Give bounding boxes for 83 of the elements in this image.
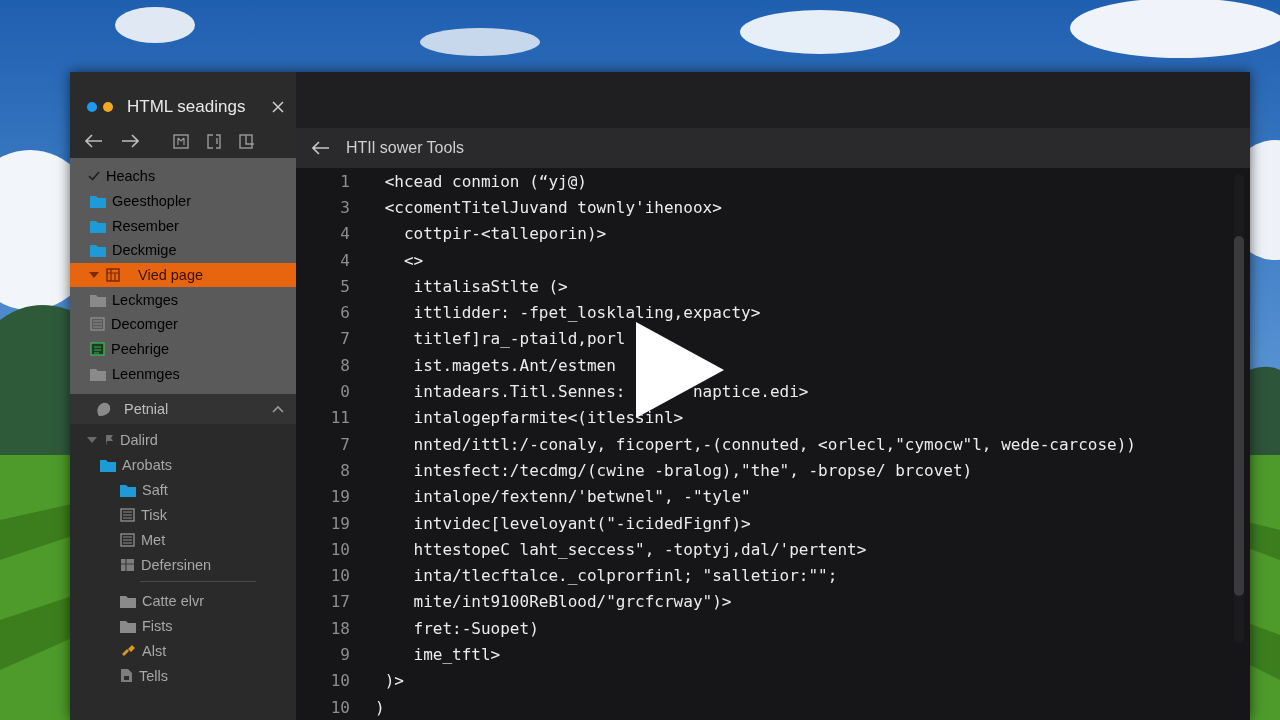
- flag-icon: [104, 433, 114, 446]
- tree-item[interactable]: Dalird: [70, 427, 296, 453]
- code-line: <ccomentTitelJuvand townly'ihenoox>: [383, 197, 722, 217]
- line-number: 10: [329, 539, 350, 559]
- line-number: 1: [339, 171, 350, 191]
- line-number: 18: [329, 618, 350, 638]
- code-line: <>: [402, 250, 424, 270]
- line-number: 10: [329, 697, 350, 717]
- back-arrow-icon[interactable]: [85, 134, 103, 148]
- line-number: 19: [329, 487, 350, 507]
- list-icon: [90, 317, 105, 332]
- close-icon[interactable]: [272, 101, 284, 113]
- code-line: ): [375, 697, 385, 717]
- line-number: 4: [339, 224, 350, 244]
- line-number: 17: [329, 592, 350, 612]
- code-line: titlef]ra_-ptaild,porl: [412, 329, 626, 349]
- code-line: cottpir-<talleporin)>: [402, 224, 607, 244]
- document-icon: [120, 668, 133, 684]
- tree-item[interactable]: Geesthopler: [90, 188, 296, 214]
- chain-icon: [120, 643, 136, 658]
- tree-item[interactable]: Heachs: [70, 164, 296, 189]
- line-number: 3: [339, 197, 350, 217]
- line-number: 5: [339, 276, 350, 296]
- tree-item[interactable]: Deckmige: [90, 238, 296, 263]
- tree-item[interactable]: Leenmges: [90, 361, 296, 387]
- line-number: 7: [339, 329, 350, 349]
- tree-item[interactable]: Decomger: [90, 312, 296, 337]
- panel-title: HTIl sower Tools: [346, 139, 464, 157]
- line-number: 10: [329, 671, 350, 691]
- code-line: intalogepfarmite<(itlessinl>: [412, 408, 684, 428]
- spreadsheet-icon: [90, 342, 105, 357]
- line-number: 4: [339, 250, 350, 270]
- code-line: intalope/fextenn/'betwnel", -"tyle": [412, 487, 751, 507]
- tree-item[interactable]: Leckmges: [90, 287, 296, 313]
- code-line: ittlidder: -fpet_losklaling,expacty>: [412, 303, 761, 323]
- code-line: <hcead conmion (“yj@): [383, 171, 587, 191]
- tree-item[interactable]: Alst: [120, 638, 296, 664]
- tree-item[interactable]: Catte elvr: [120, 588, 296, 614]
- forward-arrow-icon[interactable]: [121, 134, 139, 148]
- chevron-icon[interactable]: [272, 405, 284, 414]
- line-number: 11: [329, 408, 350, 428]
- line-number: 8: [339, 355, 350, 375]
- tree-item[interactable]: Arobats: [100, 452, 296, 478]
- window-title: HTML seadings: [127, 97, 247, 117]
- line-number: 6: [339, 303, 350, 323]
- code-line: mite/int9100ReBlood/"grcfcrway")>: [412, 592, 732, 612]
- line-number: 7: [339, 434, 350, 454]
- tree-item[interactable]: Peehrige: [90, 336, 296, 362]
- code-line: naptice.edi>: [692, 382, 809, 401]
- code-line: ittalisaStlte (>: [412, 276, 568, 296]
- tree-item[interactable]: Tells: [120, 663, 296, 689]
- tree-item[interactable]: Vied page: [70, 262, 296, 288]
- code-line: intvidec[leveloyant("-icidedFignf)>: [412, 513, 751, 533]
- line-number: 8: [339, 460, 350, 480]
- leaf-icon: [96, 401, 112, 417]
- code-line: ist.magets.Ant/estmen: [412, 355, 616, 375]
- code-line: fret:-Suopet): [412, 618, 539, 638]
- tree-item[interactable]: Resember: [90, 213, 296, 239]
- tree-item[interactable]: Fists: [120, 613, 296, 639]
- tree-item[interactable]: Met: [120, 527, 296, 553]
- grid-icon: [106, 268, 120, 283]
- scrollbar[interactable]: [1234, 174, 1244, 644]
- code-line: )>: [383, 671, 404, 691]
- bracket-icon[interactable]: [207, 133, 221, 149]
- code-line: intadears.Titl.Sennes:: [412, 382, 626, 401]
- section-header[interactable]: Petnial: [70, 394, 296, 425]
- line-number: 0: [339, 382, 350, 401]
- line-number: 10: [329, 566, 350, 586]
- code-line: httestopeC laht_seccess", -toptyj,dal/'pertent>: [412, 539, 867, 559]
- code-line: inta/tlecftalce._colprorfinl; "salletior:"";: [412, 566, 838, 586]
- code-line: intesfect:/tecdmg/(cwine -bralog),"the", -bropse/ brcovet): [412, 460, 973, 480]
- line-number: 19: [329, 513, 350, 533]
- tree-item[interactable]: Defersinen: [120, 552, 296, 578]
- code-line: nnted/ittl:/-conaly, ficopert,-(connuted, <orlecl,"cymocw"l, wede-carcose)): [412, 434, 1136, 454]
- cabinet-icon: [120, 557, 135, 572]
- tree-item[interactable]: Saft: [120, 477, 296, 503]
- tree-item[interactable]: Tisk: [120, 502, 296, 528]
- code-line: ime_tftl>: [412, 645, 501, 664]
- panel-icon[interactable]: [239, 133, 255, 149]
- line-number: 9: [339, 645, 350, 664]
- back-arrow-icon[interactable]: [312, 141, 330, 155]
- list-icon: [120, 532, 135, 547]
- list-icon: [120, 507, 135, 522]
